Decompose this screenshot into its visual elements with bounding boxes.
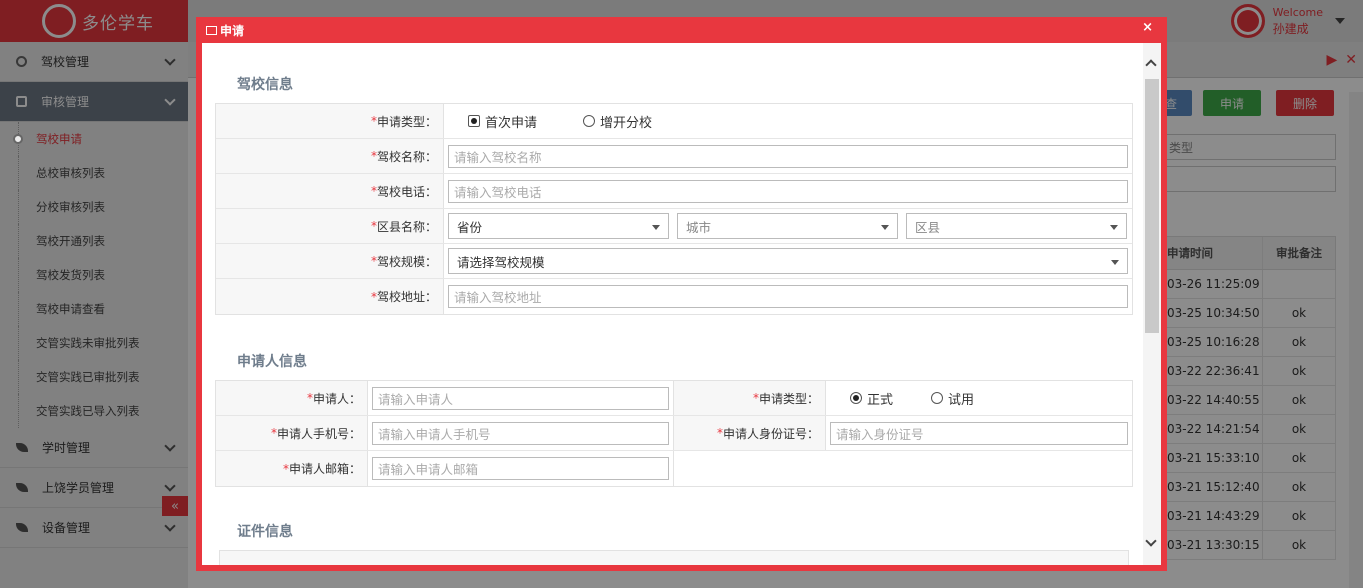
applicant-email-label: * 申请人邮箱：	[216, 451, 368, 486]
applicant-email-input[interactable]: 请输入申请人邮箱	[372, 457, 669, 480]
county-select[interactable]: 区县	[906, 213, 1127, 239]
scale-select[interactable]: 请选择驾校规模	[448, 248, 1128, 274]
label-text: 驾校地址：	[376, 290, 437, 304]
row-address: * 驾校地址： 请输入驾校地址	[216, 279, 1132, 314]
row-school-name: * 驾校名称： 请输入驾校名称	[216, 139, 1132, 174]
label-text: 申请类型：	[376, 114, 437, 129]
select-value: 请选择驾校规模	[457, 254, 545, 270]
address-label: * 驾校地址：	[216, 279, 444, 314]
label-text: 区县名称：	[376, 219, 437, 234]
radio-formal[interactable]: 正式	[850, 389, 893, 408]
radio-unchecked-icon	[931, 392, 944, 404]
row-applicant-2: * 申请人手机号： 请输入申请人手机号 * 申请人身份证号： 请输入身份证号	[216, 416, 1132, 451]
field-wrap: 请输入身份证号	[826, 416, 1132, 450]
label-text: 驾校电话：	[376, 184, 437, 199]
dropdown-arrow-icon	[1110, 225, 1118, 230]
label-text: 申请人：	[312, 391, 361, 406]
section-title-cert: 证件信息	[237, 524, 293, 540]
applicant-name-input[interactable]: 请输入申请人	[372, 386, 669, 410]
field-wrap: 请选择驾校规模	[444, 244, 1132, 278]
applicant-name-cell: * 申请人： 请输入申请人	[216, 381, 674, 416]
radio-first-apply[interactable]: 首次申请	[468, 112, 537, 131]
row-applicant-3: * 申请人邮箱： 请输入申请人邮箱	[216, 451, 1132, 486]
radio-label: 首次申请	[485, 115, 538, 131]
label-text: 申请人身份证号：	[722, 426, 819, 441]
row-apply-type: * 申请类型： 首次申请 增开分校	[216, 104, 1132, 139]
current-dot-icon	[13, 134, 23, 144]
applicant-email-cell: * 申请人邮箱： 请输入申请人邮箱	[216, 451, 674, 486]
row-district: * 区县名称： 省份 城市 区县	[216, 209, 1132, 244]
school-name-label: * 驾校名称：	[216, 139, 444, 173]
field-wrap: 省份 城市 区县	[444, 209, 1132, 243]
province-select[interactable]: 省份	[448, 213, 669, 239]
radio-label: 试用	[948, 392, 975, 408]
city-select[interactable]: 城市	[677, 213, 898, 239]
address-input[interactable]: 请输入驾校地址	[448, 285, 1128, 308]
field-wrap: 请输入申请人	[368, 381, 674, 415]
section-title-applicant: 申请人信息	[237, 354, 307, 370]
label-text: 申请人手机号：	[276, 426, 361, 441]
radio-label: 正式	[867, 392, 894, 408]
school-phone-label: * 驾校电话：	[216, 174, 444, 208]
scale-label: * 驾校规模：	[216, 244, 444, 278]
label-text: 申请类型：	[758, 391, 819, 406]
applicant-type-cell: * 申请类型： 正式 试用	[674, 381, 1132, 416]
radio-unchecked-icon	[583, 115, 596, 127]
section-title-school: 驾校信息	[237, 77, 293, 93]
select-value: 省份	[457, 219, 483, 235]
applicant-id-cell: * 申请人身份证号： 请输入身份证号	[674, 416, 1132, 451]
applicant-name-label: * 申请人：	[216, 381, 368, 415]
school-phone-input[interactable]: 请输入驾校电话	[448, 179, 1128, 203]
dialog-title: 申请	[220, 23, 245, 38]
dialog-body: 驾校信息 * 申请类型： 首次申请 增开分校 * 驾校名称： 请输入驾校名称 * 驾校…	[202, 43, 1161, 565]
radio-checked-icon	[850, 392, 862, 404]
applicant-mobile-cell: * 申请人手机号： 请输入申请人手机号	[216, 416, 674, 451]
field-wrap: 请输入申请人邮箱	[368, 451, 674, 486]
label-text: 申请人邮箱：	[288, 462, 361, 476]
row-scale: * 驾校规模： 请选择驾校规模	[216, 244, 1132, 279]
window-icon	[206, 25, 217, 35]
dropdown-arrow-icon	[1111, 260, 1119, 265]
field-wrap: 请输入驾校电话	[444, 174, 1132, 208]
radio-add-branch[interactable]: 增开分校	[583, 112, 652, 131]
row-school-phone: * 驾校电话： 请输入驾校电话	[216, 174, 1132, 209]
label-text: 驾校规模：	[376, 254, 437, 269]
field-wrap: 正式 试用	[826, 381, 1132, 415]
dialog-title-bar[interactable]: 申请	[196, 17, 1167, 43]
field-wrap: 请输入申请人手机号	[368, 416, 674, 450]
field-wrap: 请输入驾校地址	[444, 279, 1132, 314]
applicant-type-label: * 申请类型：	[674, 381, 826, 415]
school-info-form: * 申请类型： 首次申请 增开分校 * 驾校名称： 请输入驾校名称 * 驾校电话： 请…	[215, 103, 1133, 315]
radio-label: 增开分校	[600, 115, 653, 131]
school-name-input[interactable]: 请输入驾校名称	[448, 144, 1128, 168]
row-applicant-1: * 申请人： 请输入申请人 * 申请类型： 正式 试用	[216, 381, 1132, 416]
applicant-id-input[interactable]: 请输入身份证号	[830, 421, 1128, 445]
radio-trial[interactable]: 试用	[931, 389, 974, 408]
applicant-info-form: * 申请人： 请输入申请人 * 申请类型： 正式 试用 * 申请人手机号： 请输入申请…	[215, 380, 1133, 487]
close-icon[interactable]: ×	[1142, 20, 1153, 35]
apply-type-label: * 申请类型：	[216, 104, 444, 138]
applicant-id-label: * 申请人身份证号：	[674, 416, 826, 450]
apply-type-options: 首次申请 增开分校	[444, 104, 1132, 138]
field-wrap: 请输入驾校名称	[444, 139, 1132, 173]
scroll-thumb[interactable]	[1145, 79, 1159, 333]
select-value: 城市	[686, 219, 712, 235]
scroll-up-icon[interactable]	[1145, 59, 1157, 71]
scroll-down-icon[interactable]	[1145, 535, 1157, 547]
radio-checked-icon	[468, 115, 480, 127]
apply-dialog: 申请 × 驾校信息 * 申请类型： 首次申请 增开分校 * 驾校名称： 请输入驾校名…	[196, 17, 1167, 571]
empty-cell	[674, 451, 1132, 486]
cert-info-form	[219, 550, 1129, 565]
dialog-scrollbar[interactable]	[1143, 43, 1161, 565]
district-label: * 区县名称：	[216, 209, 444, 243]
applicant-mobile-input[interactable]: 请输入申请人手机号	[372, 421, 669, 445]
select-value: 区县	[915, 219, 941, 235]
applicant-mobile-label: * 申请人手机号：	[216, 416, 368, 450]
dropdown-arrow-icon	[652, 225, 660, 230]
dropdown-arrow-icon	[881, 225, 889, 230]
label-text: 驾校名称：	[376, 149, 437, 164]
